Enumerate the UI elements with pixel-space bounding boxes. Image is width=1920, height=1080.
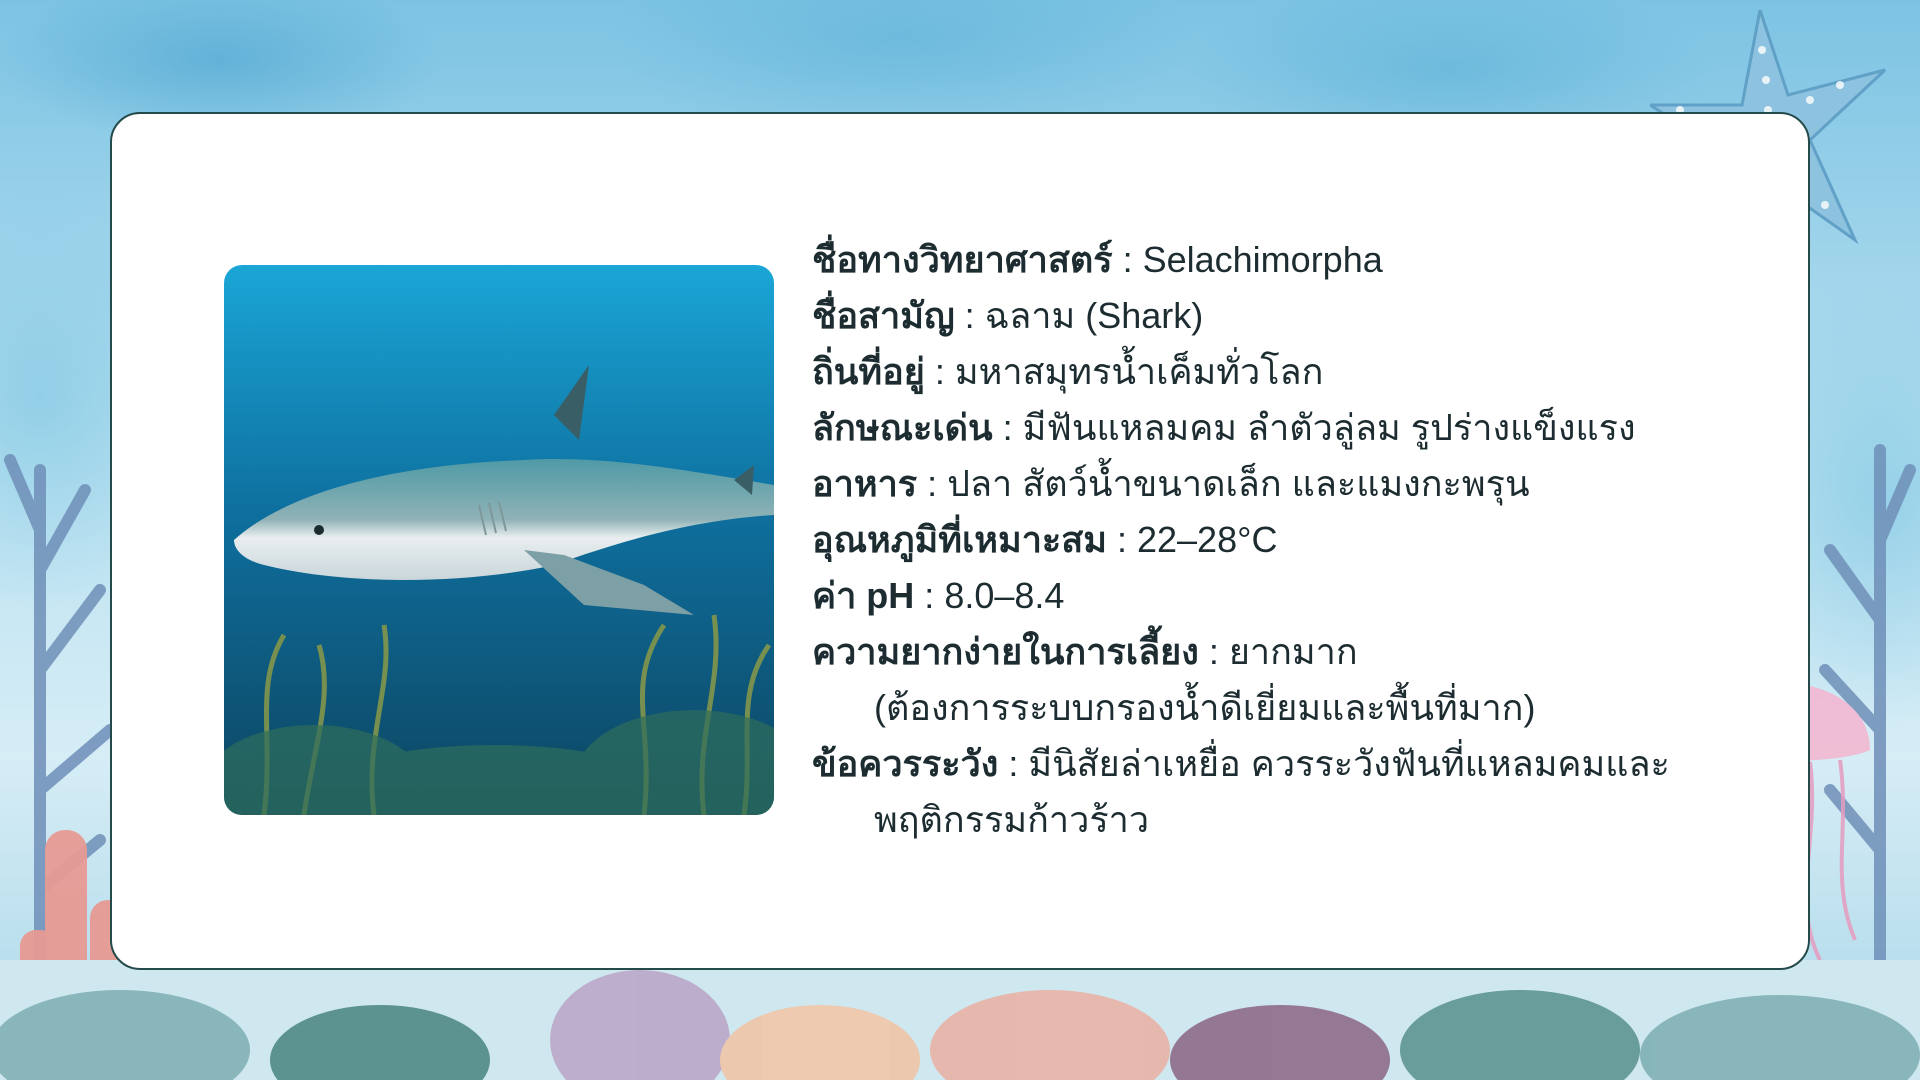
ph-value: 8.0–8.4 [944, 575, 1065, 616]
caution-label: ข้อควรระวัง [812, 743, 999, 784]
separator: : [1106, 519, 1137, 560]
ph-label: ค่า pH [812, 575, 915, 616]
difficulty-value: ยากมาก [1228, 631, 1358, 672]
separator: : [924, 351, 955, 392]
temperature-row: อุณหภูมิที่เหมาะสม : 22–28°C [812, 512, 1712, 568]
separator: : [1112, 239, 1143, 280]
features-row: ลักษณะเด่น : มีฟันแหลมคม ลำตัวลู่ลม รูปร… [812, 400, 1712, 456]
habitat-row: ถิ่นที่อยู่ : มหาสมุทรน้ำเค็มทั่วโลก [812, 344, 1712, 400]
common-name-label: ชื่อสามัญ [812, 295, 955, 336]
temperature-label: อุณหภูมิที่เหมาะสม [812, 519, 1107, 560]
shark-photo [224, 265, 774, 815]
separator: : [1198, 631, 1229, 672]
separator: : [992, 407, 1023, 448]
habitat-label: ถิ่นที่อยู่ [812, 351, 925, 392]
features-label: ลักษณะเด่น [812, 407, 993, 448]
food-row: อาหาร : ปลา สัตว์น้ำขนาดเล็ก และแมงกะพรุ… [812, 456, 1712, 512]
temperature-value: 22–28°C [1136, 519, 1278, 560]
features-value: มีฟันแหลมคม ลำตัวลู่ลม รูปร่างแข็งแรง [1022, 407, 1636, 448]
separator: : [914, 575, 945, 616]
habitat-value: มหาสมุทรน้ำเค็มทั่วโลก [954, 351, 1324, 392]
ph-row: ค่า pH : 8.0–8.4 [812, 568, 1712, 624]
difficulty-note: (ต้องการระบบกรองน้ำดีเยี่ยมและพื้นที่มาก… [874, 687, 1536, 728]
caution-value-continued: พฤติกรรมก้าวร้าว [874, 799, 1150, 840]
caution-value: มีนิสัยล่าเหยื่อ ควรระวังฟันที่แหลมคมและ [1028, 743, 1670, 784]
scientific-name-value: Selachimorpha [1142, 239, 1383, 280]
difficulty-label: ความยากง่ายในการเลี้ยง [812, 631, 1199, 672]
reef-bottom-decoration [0, 960, 1920, 1080]
caution-row: ข้อควรระวัง : มีนิสัยล่าเหยื่อ ควรระวังฟ… [812, 736, 1712, 792]
common-name-value: ฉลาม (Shark) [984, 295, 1204, 336]
food-label: อาหาร [812, 463, 918, 504]
scientific-name-label: ชื่อทางวิทยาศาสตร์ [812, 239, 1113, 280]
scientific-name-row: ชื่อทางวิทยาศาสตร์ : Selachimorpha [812, 232, 1712, 288]
separator: : [917, 463, 948, 504]
species-info: ชื่อทางวิทยาศาสตร์ : Selachimorpha ชื่อส… [812, 232, 1712, 848]
food-value: ปลา สัตว์น้ำขนาดเล็ก และแมงกะพรุน [947, 463, 1530, 504]
separator: : [998, 743, 1029, 784]
common-name-row: ชื่อสามัญ : ฉลาม (Shark) [812, 288, 1712, 344]
difficulty-row: ความยากง่ายในการเลี้ยง : ยากมาก [812, 624, 1712, 680]
separator: : [954, 295, 985, 336]
